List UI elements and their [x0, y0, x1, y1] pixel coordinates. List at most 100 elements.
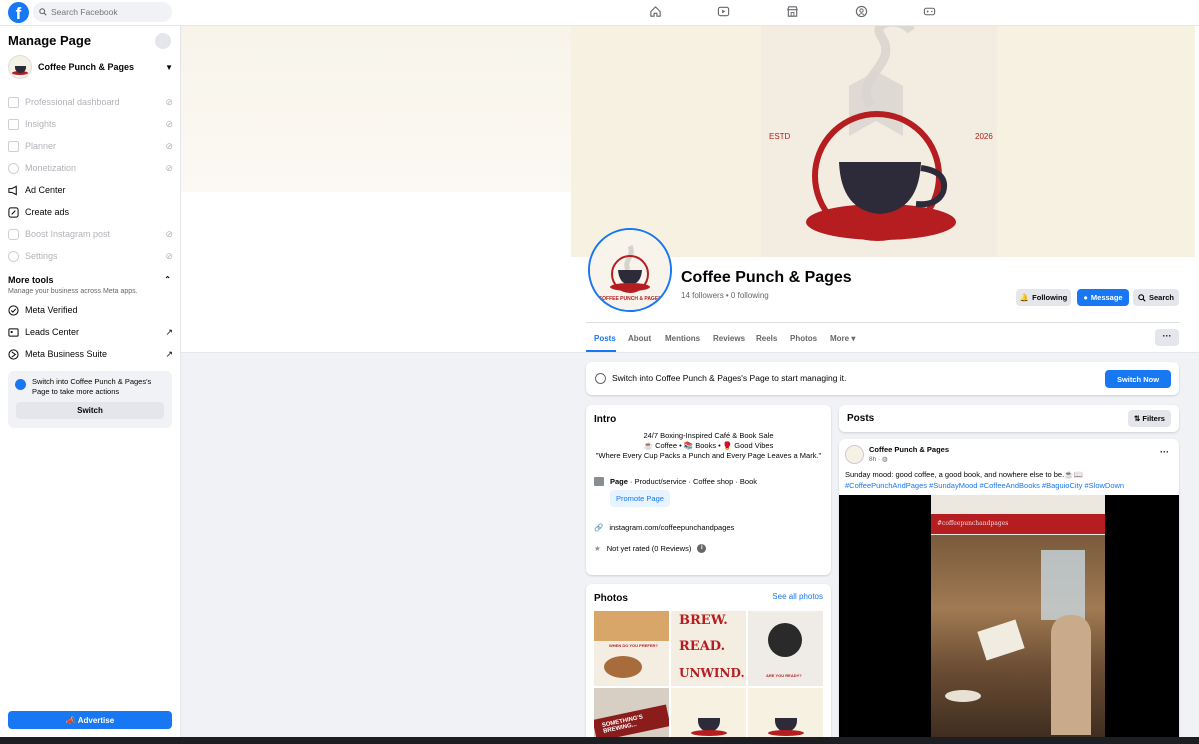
cover-artwork: ESTD 2026: [571, 26, 1195, 257]
facebook-logo-icon[interactable]: f: [8, 2, 29, 23]
planner-icon: [8, 140, 19, 152]
more-tools-header[interactable]: More tools Manage your business across M…: [8, 275, 173, 295]
pencil-icon: [8, 206, 19, 218]
top-bar: f: [0, 0, 1199, 26]
switch-button[interactable]: Switch: [16, 402, 164, 419]
intro-card: Intro 24/7 Boxing-Inspired Café & Book S…: [586, 405, 831, 575]
collapse-sidebar-icon[interactable]: [155, 33, 171, 49]
more-tools-subtitle: Manage your business across Meta apps.: [8, 288, 138, 295]
intro-title: Intro: [594, 414, 617, 425]
photo-thumbnail[interactable]: [671, 688, 746, 744]
post-image[interactable]: #coffeepunchandpages: [839, 495, 1179, 744]
marketplace-icon[interactable]: [786, 5, 799, 21]
cover-photo[interactable]: ESTD 2026: [571, 26, 1195, 257]
photo-thumbnail[interactable]: ARE YOU READY?: [748, 611, 823, 686]
see-all-photos-link[interactable]: See all photos: [772, 592, 823, 601]
more-options-icon[interactable]: ···: [1155, 329, 1179, 346]
dashboard-icon: [8, 96, 19, 108]
leads-icon: [8, 327, 19, 337]
instagram-link-row[interactable]: 🔗 instagram.com/coffeepunchandpages: [594, 523, 734, 532]
tab-about[interactable]: About: [628, 334, 651, 343]
svg-text:ESTD: ESTD: [769, 132, 791, 141]
photo-thumbnail[interactable]: SOMETHING'S BREWING...: [594, 688, 669, 744]
following-button[interactable]: 🔔 Following: [1016, 289, 1071, 306]
instagram-icon: [8, 228, 19, 240]
cover-left-fade: [181, 26, 571, 192]
filters-button[interactable]: ⇅ Filters: [1128, 410, 1171, 427]
gaming-icon[interactable]: [923, 5, 936, 21]
page-avatar: [8, 55, 32, 79]
taskbar: [0, 737, 1199, 744]
tabs-divider: [586, 322, 1179, 323]
video-icon[interactable]: [717, 5, 730, 21]
post-author-avatar[interactable]: [845, 445, 864, 464]
sidebar-item-insights[interactable]: Insights ⊘: [8, 114, 173, 134]
switch-page-box: Switch into Coffee Punch & Pages's Page …: [8, 371, 172, 428]
profile-logo: COFFEE PUNCH & PAGES: [590, 230, 670, 310]
insights-icon: [8, 118, 19, 130]
chevron-up-icon: ⌃: [164, 275, 171, 284]
post-timestamp[interactable]: 8h · ◍: [869, 455, 888, 463]
profile-picture[interactable]: COFFEE PUNCH & PAGES: [588, 228, 672, 312]
sidebar-item-monetization[interactable]: Monetization ⊘: [8, 158, 173, 178]
page-switcher-name: Coffee Punch & Pages: [38, 62, 135, 72]
sidebar-item-professional-dashboard[interactable]: Professional dashboard ⊘: [8, 92, 173, 112]
sidebar-item-planner[interactable]: Planner ⊘: [8, 136, 173, 156]
info-icon[interactable]: i: [697, 544, 707, 553]
groups-icon[interactable]: [855, 5, 868, 21]
sidebar-title: Manage Page: [8, 33, 92, 48]
flag-icon: [594, 477, 604, 486]
disabled-icon: ⊘: [165, 118, 173, 129]
post-author[interactable]: Coffee Punch & Pages: [869, 445, 949, 454]
caret-down-icon: ▼: [165, 62, 173, 72]
tab-more[interactable]: More ▾: [830, 334, 855, 343]
sidebar-item-meta-business-suite[interactable]: Meta Business Suite ↗: [8, 344, 173, 364]
monetization-icon: [8, 162, 19, 174]
tab-posts[interactable]: Posts: [594, 334, 616, 343]
message-button[interactable]: ● Message: [1077, 289, 1129, 306]
sidebar-item-ad-center[interactable]: Ad Center: [8, 180, 173, 200]
search-box[interactable]: [33, 2, 172, 22]
switch-notice-card: Switch into Coffee Punch & Pages's Page …: [586, 362, 1179, 395]
photos-title: Photos: [594, 593, 628, 604]
photo-thumbnail[interactable]: BREW. READ. UNWIND.: [671, 611, 746, 686]
page-switcher[interactable]: Coffee Punch & Pages ▼: [8, 55, 173, 79]
search-icon: [1138, 293, 1146, 302]
tab-reels[interactable]: Reels: [756, 334, 777, 343]
sidebar-item-meta-verified[interactable]: Meta Verified: [8, 300, 173, 320]
search-page-button[interactable]: Search: [1133, 289, 1179, 306]
sidebar-item-leads-center[interactable]: Leads Center ↗: [8, 322, 173, 342]
messenger-icon: ●: [1083, 293, 1088, 302]
tab-photos[interactable]: Photos: [790, 334, 817, 343]
post-text: Sunday mood: good coffee, a good book, a…: [845, 470, 1125, 490]
external-link-icon: ↗: [165, 326, 173, 337]
disabled-icon: ⊘: [165, 162, 173, 173]
page-bio: 24/7 Boxing-Inspired Café & Book Sale ☕ …: [595, 431, 822, 460]
verified-icon: [8, 304, 19, 316]
tab-reviews[interactable]: Reviews: [713, 334, 745, 343]
manage-page-sidebar: Manage Page Coffee Punch & Pages ▼ Profe…: [0, 26, 181, 744]
switch-now-button[interactable]: Switch Now: [1105, 370, 1171, 388]
follower-stats[interactable]: 14 followers • 0 following: [681, 291, 769, 300]
disabled-icon: ⊘: [165, 96, 173, 107]
photo-thumbnail[interactable]: WHEN DO YOU PREFER?: [594, 611, 669, 686]
tab-mentions[interactable]: Mentions: [665, 334, 700, 343]
home-icon[interactable]: [649, 5, 662, 21]
advertise-button[interactable]: 📣 Advertise: [8, 711, 172, 729]
switch-notice-text: Switch into Coffee Punch & Pages's Page …: [612, 373, 847, 383]
bell-icon: 🔔: [1019, 293, 1030, 302]
search-input[interactable]: [51, 7, 161, 17]
active-tab-indicator: [586, 350, 616, 352]
page-title: Coffee Punch & Pages: [681, 269, 852, 286]
sidebar-item-settings[interactable]: Settings ⊘: [8, 246, 173, 266]
page-category-row: Page · Product/service · Coffee shop · B…: [594, 477, 757, 486]
photo-thumbnail[interactable]: [748, 688, 823, 744]
promote-page-button[interactable]: Promote Page: [610, 490, 670, 507]
post-hashtags[interactable]: #CoffeePunchAndPages #SundayMood #Coffee…: [845, 481, 1124, 490]
switch-profile-icon: [15, 379, 26, 390]
post-options-icon[interactable]: ···: [1160, 447, 1169, 457]
rating-row: ★ Not yet rated (0 Reviews) i: [594, 544, 707, 553]
posts-header-card: Posts ⇅ Filters: [839, 405, 1179, 432]
sidebar-item-create-ads[interactable]: Create ads: [8, 202, 173, 222]
sidebar-item-boost-instagram[interactable]: Boost Instagram post ⊘: [8, 224, 173, 244]
